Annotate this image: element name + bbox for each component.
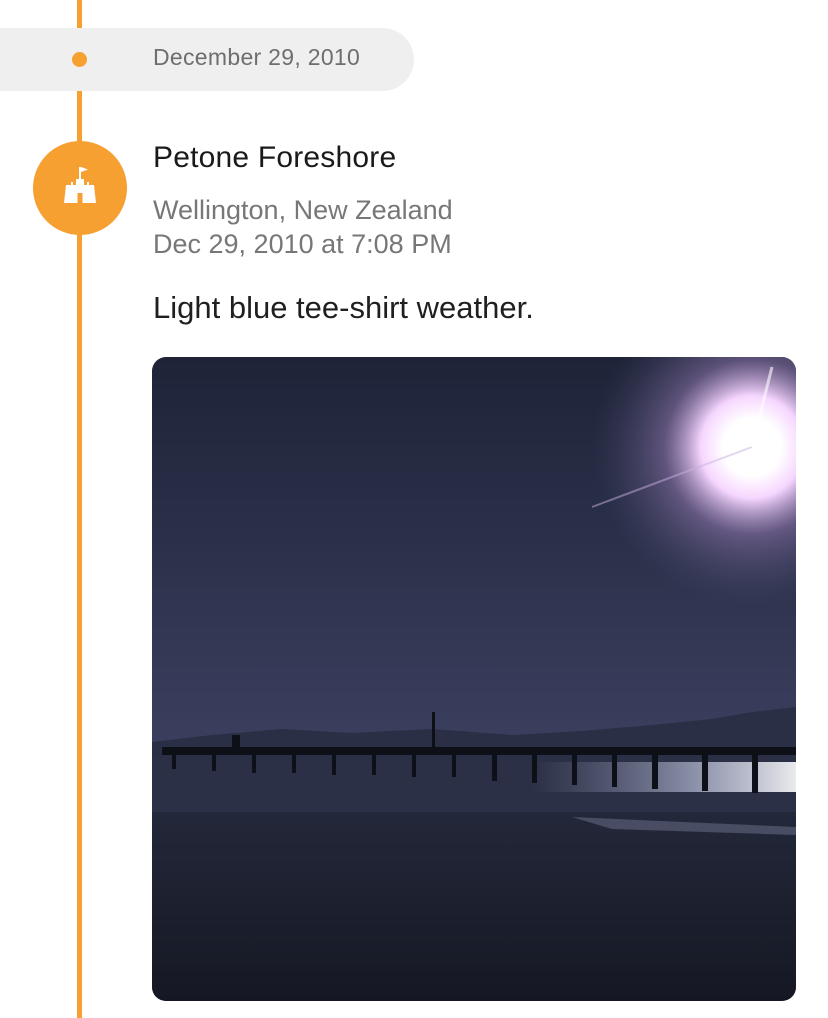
- timeline-dot: [72, 52, 87, 67]
- entry-title[interactable]: Petone Foreshore: [153, 141, 396, 175]
- entry-location: Wellington, New Zealand: [153, 195, 453, 225]
- sandcastle-icon: [64, 167, 96, 203]
- place-marker[interactable]: [33, 141, 127, 235]
- entry-photo[interactable]: [152, 357, 796, 1001]
- entry-caption: Light blue tee-shirt weather.: [153, 290, 534, 325]
- entry-datetime: Dec 29, 2010 at 7:08 PM: [153, 229, 452, 259]
- date-header: December 29, 2010: [153, 44, 361, 70]
